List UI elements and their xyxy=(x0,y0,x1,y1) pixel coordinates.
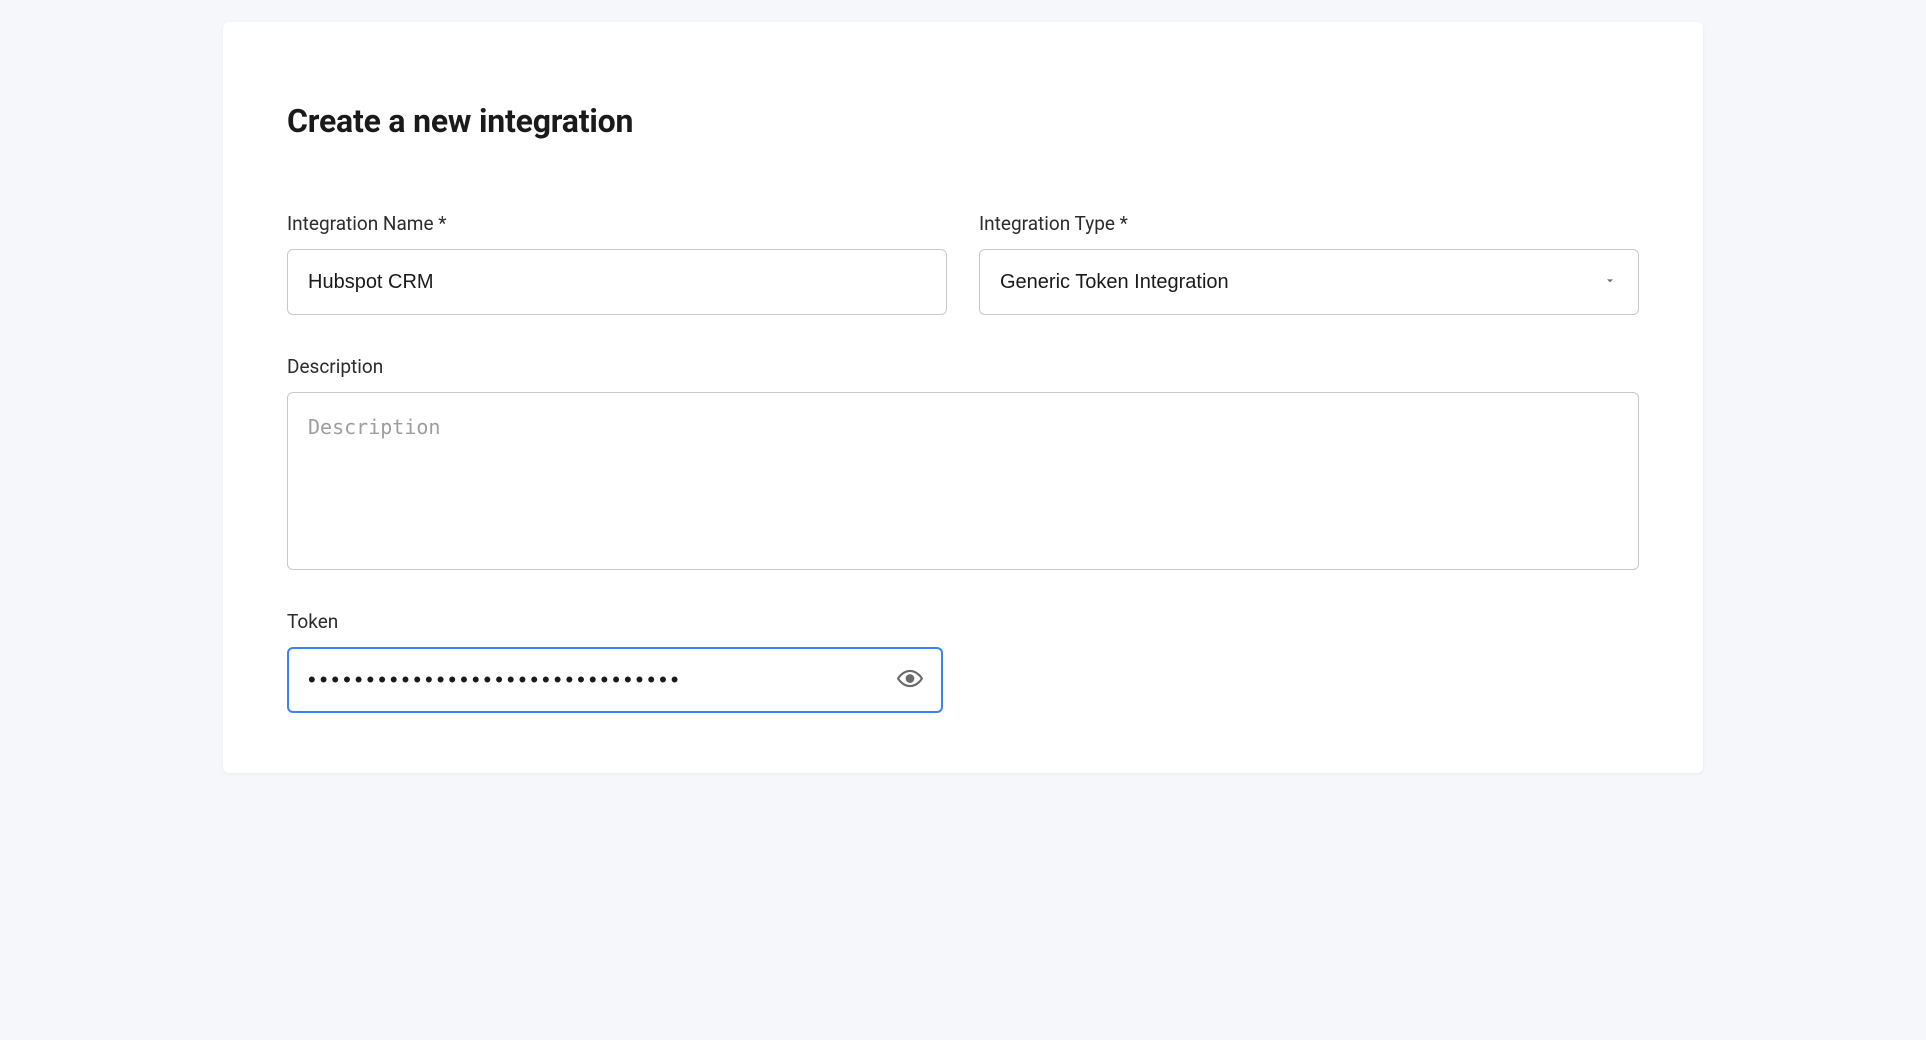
token-input[interactable] xyxy=(287,647,943,713)
integration-name-label: Integration Name * xyxy=(287,212,947,235)
integration-name-input[interactable] xyxy=(287,249,947,315)
eye-icon xyxy=(897,666,923,695)
field-token: Token xyxy=(287,610,1639,713)
integration-form-card: Create a new integration Integration Nam… xyxy=(223,22,1703,773)
integration-type-selected[interactable]: Generic Token Integration xyxy=(979,249,1639,315)
integration-type-label: Integration Type * xyxy=(979,212,1639,235)
row-name-type: Integration Name * Integration Type * Ge… xyxy=(287,212,1639,315)
field-integration-name: Integration Name * xyxy=(287,212,947,315)
description-textarea[interactable] xyxy=(287,392,1639,570)
field-integration-type: Integration Type * Generic Token Integra… xyxy=(979,212,1639,315)
toggle-token-visibility-button[interactable] xyxy=(891,660,929,701)
description-label: Description xyxy=(287,355,1639,378)
field-description: Description xyxy=(287,355,1639,570)
integration-type-select[interactable]: Generic Token Integration xyxy=(979,249,1639,315)
page-title: Create a new integration xyxy=(287,102,1639,140)
token-label: Token xyxy=(287,610,1639,633)
